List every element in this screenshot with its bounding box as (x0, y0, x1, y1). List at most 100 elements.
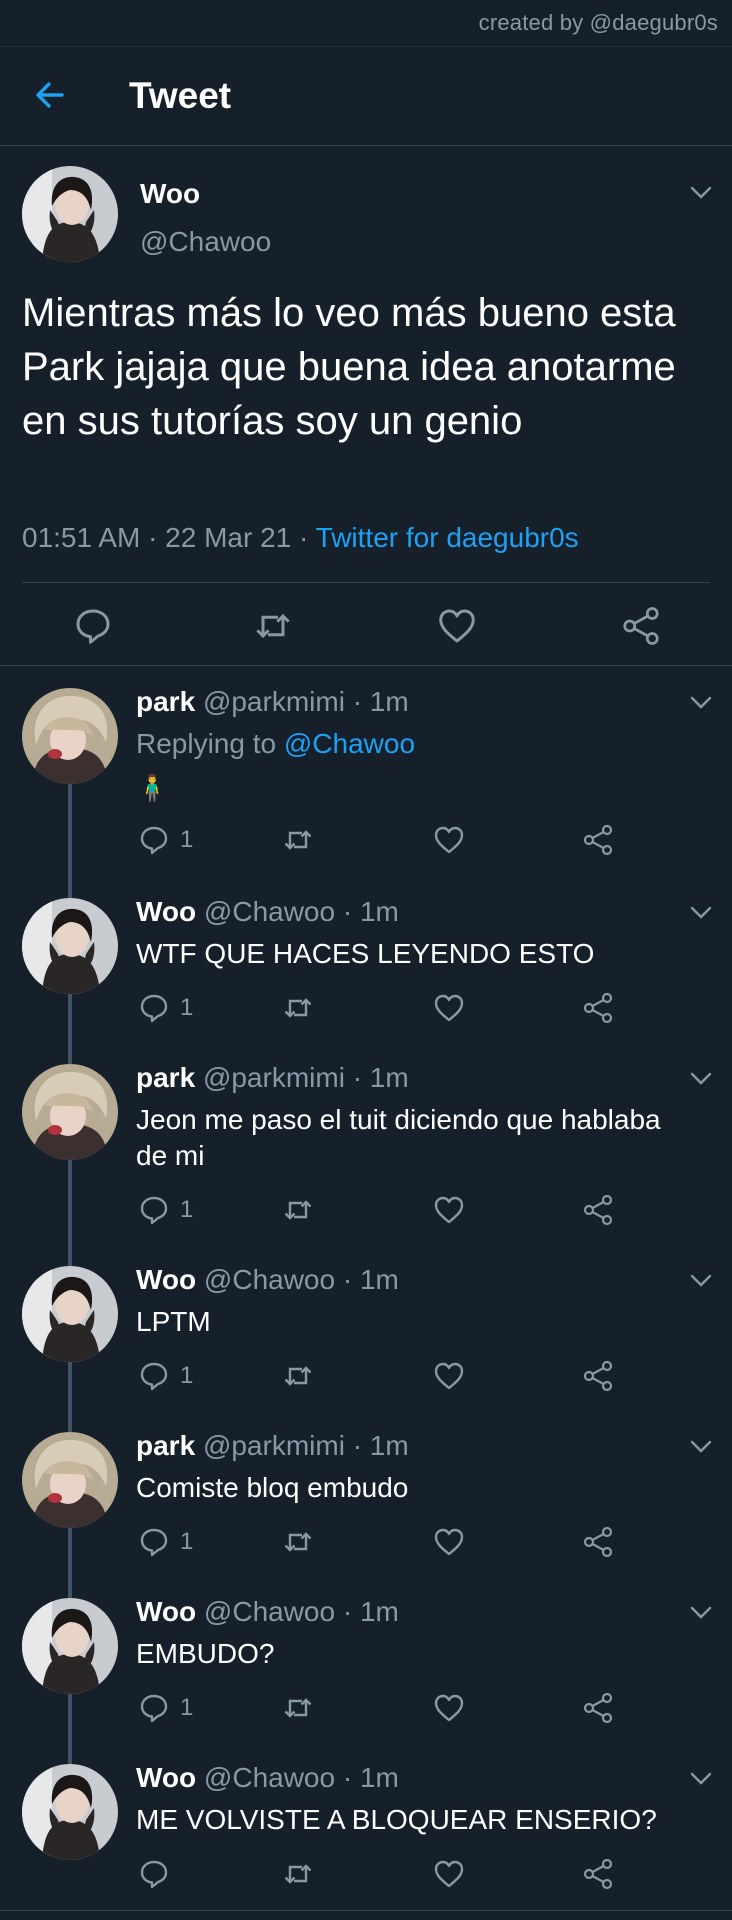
comment-icon (138, 1858, 170, 1890)
reply-action[interactable]: 1 (138, 1692, 193, 1724)
avatar[interactable] (22, 1266, 118, 1362)
share-action[interactable] (582, 824, 614, 856)
comment-icon (138, 1692, 170, 1724)
reply-text: EMBUDO? (136, 1638, 275, 1669)
share-icon (582, 1526, 614, 1558)
chevron-down-icon[interactable] (690, 1072, 712, 1086)
chevron-down-icon[interactable] (690, 186, 712, 200)
avatar[interactable] (22, 1432, 118, 1528)
share-action[interactable] (582, 1194, 614, 1226)
avatar[interactable] (22, 1598, 118, 1694)
reply-tweet[interactable]: park @parkmimi · 1m Replying to @Chawoo … (0, 666, 732, 876)
reply-count: 1 (180, 1528, 194, 1555)
retweet-icon[interactable] (253, 606, 293, 646)
reply-tweet[interactable]: Woo @Chawoo · 1m ME VOLVISTE A BLOQUEAR … (0, 1742, 732, 1910)
reply-tweet[interactable]: Woo @Chawoo · 1m LPTM 1 (0, 1244, 732, 1410)
share-action[interactable] (582, 1360, 614, 1392)
reply-text: 🧍‍♂️ (136, 773, 169, 803)
like-action[interactable] (433, 992, 465, 1024)
reply-action[interactable]: 1 (138, 1526, 193, 1558)
share-action[interactable] (582, 1858, 614, 1890)
avatar[interactable] (22, 166, 118, 262)
reply-action[interactable]: 1 (138, 1194, 193, 1226)
reply-text: Comiste bloq embudo (136, 1472, 409, 1503)
author-handle: @Chawoo · 1m (203, 1264, 399, 1295)
comment-icon (138, 1526, 170, 1558)
arrow-left-icon[interactable] (30, 75, 70, 115)
author-name[interactable]: park (136, 686, 195, 717)
retweet-action[interactable] (282, 1360, 314, 1392)
chevron-down-icon[interactable] (690, 1772, 712, 1786)
avatar[interactable] (22, 688, 118, 784)
like-action[interactable] (433, 1526, 465, 1558)
like-action[interactable] (433, 1194, 465, 1226)
avatar[interactable] (22, 898, 118, 994)
author-name[interactable]: Woo (140, 178, 200, 210)
author-name[interactable]: Woo (136, 1596, 196, 1627)
avatar[interactable] (22, 1764, 118, 1860)
tweet-source-link[interactable]: Twitter for daegubr0s (316, 522, 579, 553)
avatar[interactable] (22, 1064, 118, 1160)
chevron-down-icon[interactable] (690, 906, 712, 920)
retweet-action[interactable] (282, 992, 314, 1024)
retweet-action[interactable] (282, 1858, 314, 1890)
tweet-timestamp: 01:51 AM · 22 Mar 21 · (22, 522, 316, 553)
reply-tweet[interactable]: Woo @Chawoo · 1m EMBUDO? 1 (0, 1576, 732, 1742)
reply-tweet[interactable]: Woo @Chawoo · 1m WTF QUE HACES LEYENDO E… (0, 876, 732, 1042)
author-handle: @Chawoo · 1m (203, 1596, 399, 1627)
replying-to: Replying to @Chawoo (136, 728, 415, 760)
share-action[interactable] (582, 992, 614, 1024)
reply-action[interactable] (138, 1858, 170, 1890)
comment-icon[interactable] (73, 606, 113, 646)
retweet-action[interactable] (282, 1692, 314, 1724)
retweet-action[interactable] (282, 824, 314, 856)
author-name[interactable]: Woo (136, 896, 196, 927)
reply-count: 1 (180, 1694, 194, 1721)
retweet-action[interactable] (282, 1526, 314, 1558)
author-name[interactable]: Woo (136, 1264, 196, 1295)
retweet-icon (282, 1858, 314, 1890)
heart-icon (433, 1858, 465, 1890)
chevron-down-icon[interactable] (690, 696, 712, 710)
reply-header: park @parkmimi · 1m (136, 1062, 409, 1094)
reply-tweet[interactable]: park @parkmimi · 1m Jeon me paso el tuit… (0, 1042, 732, 1244)
like-action[interactable] (433, 824, 465, 856)
share-action[interactable] (582, 1692, 614, 1724)
reply-action[interactable]: 1 (138, 1360, 193, 1392)
thread-line (68, 1042, 72, 1064)
chevron-down-icon[interactable] (690, 1606, 712, 1620)
share-action[interactable] (582, 1526, 614, 1558)
reply-tweet[interactable]: park @parkmimi · 1m Comiste bloq embudo … (0, 1410, 732, 1576)
reply-actions: 1 (0, 1194, 732, 1230)
share-icon (582, 1858, 614, 1890)
reply-action[interactable]: 1 (138, 824, 193, 856)
replying-to-link[interactable]: @Chawoo (284, 728, 415, 759)
main-tweet: Woo @Chawoo Mientras más lo veo más buen… (0, 146, 732, 666)
like-action[interactable] (433, 1858, 465, 1890)
chevron-down-icon[interactable] (690, 1274, 712, 1288)
like-action[interactable] (433, 1692, 465, 1724)
author-name[interactable]: park (136, 1062, 195, 1093)
divider (0, 1910, 732, 1911)
author-handle: @parkmimi · 1m (202, 686, 409, 717)
reply-header: park @parkmimi · 1m (136, 1430, 409, 1462)
like-action[interactable] (433, 1360, 465, 1392)
heart-icon[interactable] (437, 606, 477, 646)
retweet-action[interactable] (282, 1194, 314, 1226)
author-handle: @Chawoo · 1m (203, 896, 399, 927)
author-name[interactable]: park (136, 1430, 195, 1461)
author-handle: @Chawoo · 1m (203, 1762, 399, 1793)
heart-icon (433, 992, 465, 1024)
share-icon (582, 1194, 614, 1226)
retweet-icon (282, 992, 314, 1024)
page-title: Tweet (129, 75, 232, 116)
heart-icon (433, 1360, 465, 1392)
reply-actions (0, 1858, 732, 1894)
reply-actions: 1 (0, 1526, 732, 1562)
chevron-down-icon[interactable] (690, 1440, 712, 1454)
share-icon[interactable] (621, 606, 661, 646)
author-handle[interactable]: @Chawoo (140, 226, 271, 258)
reply-action[interactable]: 1 (138, 992, 193, 1024)
author-name[interactable]: Woo (136, 1762, 196, 1793)
comment-icon (138, 1360, 170, 1392)
